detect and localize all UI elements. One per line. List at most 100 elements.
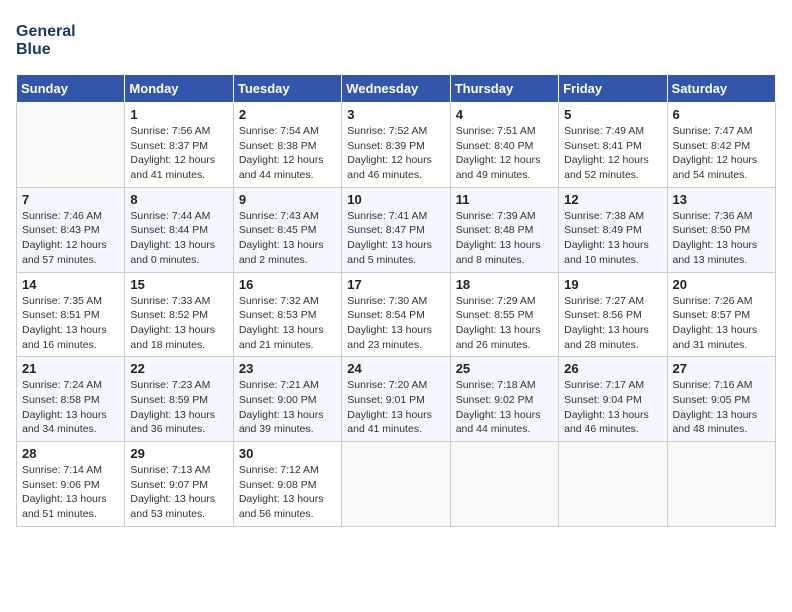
day-number: 15 <box>130 277 227 292</box>
day-number: 18 <box>456 277 553 292</box>
logo: General Blue <box>16 16 96 64</box>
calendar-cell: 10 Sunrise: 7:41 AM Sunset: 8:47 PM Dayli… <box>342 187 450 272</box>
weekday-header-monday: Monday <box>125 75 233 103</box>
day-number: 6 <box>673 107 770 122</box>
day-info: Sunrise: 7:21 AM Sunset: 9:00 PM Dayligh… <box>239 378 336 437</box>
day-number: 17 <box>347 277 444 292</box>
calendar-cell: 7 Sunrise: 7:46 AM Sunset: 8:43 PM Daylig… <box>17 187 125 272</box>
day-info: Sunrise: 7:29 AM Sunset: 8:55 PM Dayligh… <box>456 294 553 353</box>
calendar-cell: 20 Sunrise: 7:26 AM Sunset: 8:57 PM Dayli… <box>667 272 775 357</box>
calendar-cell: 24 Sunrise: 7:20 AM Sunset: 9:01 PM Dayli… <box>342 357 450 442</box>
day-info: Sunrise: 7:35 AM Sunset: 8:51 PM Dayligh… <box>22 294 119 353</box>
day-number: 19 <box>564 277 661 292</box>
page-header: General Blue <box>16 16 776 64</box>
day-info: Sunrise: 7:51 AM Sunset: 8:40 PM Dayligh… <box>456 124 553 183</box>
day-number: 16 <box>239 277 336 292</box>
calendar-cell: 22Sunrise: 7:23 AM Sunset: 8:59 PM Dayli… <box>125 357 233 442</box>
day-info: Sunrise: 7:20 AM Sunset: 9:01 PM Dayligh… <box>347 378 444 437</box>
day-number: 10 <box>347 192 444 207</box>
day-info: Sunrise: 7:47 AM Sunset: 8:42 PM Dayligh… <box>673 124 770 183</box>
calendar-cell: 29 Sunrise: 7:13 AM Sunset: 9:07 PM Dayli… <box>125 442 233 527</box>
day-number: 14 <box>22 277 119 292</box>
calendar-cell: 8 Sunrise: 7:44 AM Sunset: 8:44 PM Daylig… <box>125 187 233 272</box>
calendar-cell <box>17 103 125 188</box>
calendar-cell: 28 Sunrise: 7:14 AM Sunset: 9:06 PM Dayli… <box>17 442 125 527</box>
calendar-cell: 15Sunrise: 7:33 AM Sunset: 8:52 PM Dayli… <box>125 272 233 357</box>
day-number: 22 <box>130 361 227 376</box>
day-info: Sunrise: 7:54 AM Sunset: 8:38 PM Dayligh… <box>239 124 336 183</box>
weekday-header-thursday: Thursday <box>450 75 558 103</box>
day-info: Sunrise: 7:56 AM Sunset: 8:37 PM Dayligh… <box>130 124 227 183</box>
day-number: 26 <box>564 361 661 376</box>
day-info: Sunrise: 7:41 AM Sunset: 8:47 PM Dayligh… <box>347 209 444 268</box>
calendar-week-row: 1 Sunrise: 7:56 AM Sunset: 8:37 PM Daylig… <box>17 103 776 188</box>
calendar-cell: 26 Sunrise: 7:17 AM Sunset: 9:04 PM Dayli… <box>559 357 667 442</box>
calendar-cell: 4 Sunrise: 7:51 AM Sunset: 8:40 PM Daylig… <box>450 103 558 188</box>
calendar-cell: 17 Sunrise: 7:30 AM Sunset: 8:54 PM Dayli… <box>342 272 450 357</box>
calendar-cell: 27 Sunrise: 7:16 AM Sunset: 9:05 PM Dayli… <box>667 357 775 442</box>
day-number: 25 <box>456 361 553 376</box>
weekday-header-tuesday: Tuesday <box>233 75 341 103</box>
day-info: Sunrise: 7:32 AM Sunset: 8:53 PM Dayligh… <box>239 294 336 353</box>
calendar-cell: 9 Sunrise: 7:43 AM Sunset: 8:45 PM Daylig… <box>233 187 341 272</box>
day-number: 29 <box>130 446 227 461</box>
svg-text:General: General <box>16 23 76 40</box>
day-number: 2 <box>239 107 336 122</box>
day-info: Sunrise: 7:12 AM Sunset: 9:08 PM Dayligh… <box>239 463 336 522</box>
day-number: 20 <box>673 277 770 292</box>
day-info: Sunrise: 7:43 AM Sunset: 8:45 PM Dayligh… <box>239 209 336 268</box>
day-number: 28 <box>22 446 119 461</box>
calendar-week-row: 7 Sunrise: 7:46 AM Sunset: 8:43 PM Daylig… <box>17 187 776 272</box>
weekday-header-saturday: Saturday <box>667 75 775 103</box>
day-info: Sunrise: 7:14 AM Sunset: 9:06 PM Dayligh… <box>22 463 119 522</box>
svg-text:Blue: Blue <box>16 41 51 58</box>
day-info: Sunrise: 7:44 AM Sunset: 8:44 PM Dayligh… <box>130 209 227 268</box>
weekday-header-sunday: Sunday <box>17 75 125 103</box>
calendar-cell: 5 Sunrise: 7:49 AM Sunset: 8:41 PM Daylig… <box>559 103 667 188</box>
calendar-table: SundayMondayTuesdayWednesdayThursdayFrid… <box>16 74 776 527</box>
calendar-week-row: 21 Sunrise: 7:24 AM Sunset: 8:58 PM Dayli… <box>17 357 776 442</box>
calendar-cell: 23 Sunrise: 7:21 AM Sunset: 9:00 PM Dayli… <box>233 357 341 442</box>
calendar-week-row: 14 Sunrise: 7:35 AM Sunset: 8:51 PM Dayli… <box>17 272 776 357</box>
day-info: Sunrise: 7:24 AM Sunset: 8:58 PM Dayligh… <box>22 378 119 437</box>
day-info: Sunrise: 7:16 AM Sunset: 9:05 PM Dayligh… <box>673 378 770 437</box>
day-info: Sunrise: 7:52 AM Sunset: 8:39 PM Dayligh… <box>347 124 444 183</box>
day-info: Sunrise: 7:49 AM Sunset: 8:41 PM Dayligh… <box>564 124 661 183</box>
calendar-cell: 14 Sunrise: 7:35 AM Sunset: 8:51 PM Dayli… <box>17 272 125 357</box>
day-number: 7 <box>22 192 119 207</box>
day-number: 4 <box>456 107 553 122</box>
day-number: 9 <box>239 192 336 207</box>
day-info: Sunrise: 7:13 AM Sunset: 9:07 PM Dayligh… <box>130 463 227 522</box>
day-number: 3 <box>347 107 444 122</box>
day-number: 8 <box>130 192 227 207</box>
day-number: 5 <box>564 107 661 122</box>
day-number: 11 <box>456 192 553 207</box>
calendar-cell <box>450 442 558 527</box>
day-number: 24 <box>347 361 444 376</box>
calendar-cell: 18 Sunrise: 7:29 AM Sunset: 8:55 PM Dayli… <box>450 272 558 357</box>
day-number: 27 <box>673 361 770 376</box>
calendar-cell: 16 Sunrise: 7:32 AM Sunset: 8:53 PM Dayli… <box>233 272 341 357</box>
day-number: 23 <box>239 361 336 376</box>
calendar-cell <box>342 442 450 527</box>
day-number: 30 <box>239 446 336 461</box>
day-info: Sunrise: 7:26 AM Sunset: 8:57 PM Dayligh… <box>673 294 770 353</box>
day-info: Sunrise: 7:30 AM Sunset: 8:54 PM Dayligh… <box>347 294 444 353</box>
day-info: Sunrise: 7:39 AM Sunset: 8:48 PM Dayligh… <box>456 209 553 268</box>
calendar-cell: 30 Sunrise: 7:12 AM Sunset: 9:08 PM Dayli… <box>233 442 341 527</box>
weekday-header-row: SundayMondayTuesdayWednesdayThursdayFrid… <box>17 75 776 103</box>
calendar-cell <box>667 442 775 527</box>
day-number: 21 <box>22 361 119 376</box>
day-number: 12 <box>564 192 661 207</box>
calendar-cell: 11 Sunrise: 7:39 AM Sunset: 8:48 PM Dayli… <box>450 187 558 272</box>
day-info: Sunrise: 7:46 AM Sunset: 8:43 PM Dayligh… <box>22 209 119 268</box>
day-info: Sunrise: 7:17 AM Sunset: 9:04 PM Dayligh… <box>564 378 661 437</box>
day-info: Sunrise: 7:36 AM Sunset: 8:50 PM Dayligh… <box>673 209 770 268</box>
day-number: 1 <box>130 107 227 122</box>
calendar-cell: 6 Sunrise: 7:47 AM Sunset: 8:42 PM Daylig… <box>667 103 775 188</box>
day-info: Sunrise: 7:38 AM Sunset: 8:49 PM Dayligh… <box>564 209 661 268</box>
weekday-header-friday: Friday <box>559 75 667 103</box>
logo-svg: General Blue <box>16 16 96 64</box>
calendar-cell: 21 Sunrise: 7:24 AM Sunset: 8:58 PM Dayli… <box>17 357 125 442</box>
calendar-cell: 2 Sunrise: 7:54 AM Sunset: 8:38 PM Daylig… <box>233 103 341 188</box>
